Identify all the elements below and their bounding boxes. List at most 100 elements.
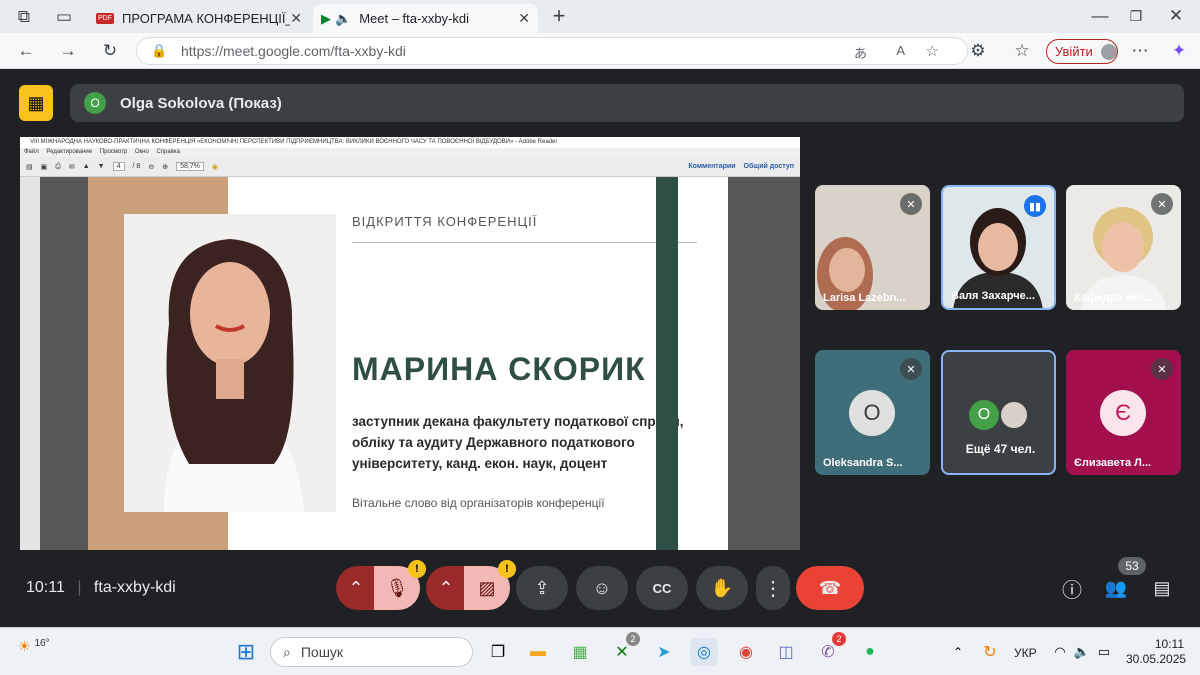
leave-call-button[interactable]: ☎ [796,566,864,610]
tab-actions-icon[interactable]: ▭ [50,3,78,31]
participant-name: Larisa Lazebn... [823,292,906,304]
notification-badge: 2 [626,632,640,646]
weather-icon: ☀ [18,638,31,654]
meet-stage: ▦ O Olga Sokolova (Показ) VIII МІЖНАРОДН… [4,69,1196,627]
participant-avatar: Є [1100,390,1146,436]
open-icon: ▤ [26,163,33,171]
speaking-icon: ▮▮ [1024,195,1046,217]
speaker-icon[interactable]: 🔈 [335,11,351,27]
warning-icon: ! [498,560,516,578]
viber-icon[interactable]: ✆ 2 [814,632,846,666]
xbox-icon[interactable]: ✕ 2 [608,632,640,666]
read-aloud-icon[interactable]: A [896,43,905,58]
mic-toggle-button[interactable]: 🎙 ! [374,560,426,610]
spotify-icon[interactable]: ● [856,638,884,666]
clock-date: 30.05.2025 [1126,652,1187,666]
participant-name: Єлизавета Л... [1074,457,1152,469]
more-options-button[interactable]: ⋮ [756,566,790,610]
raise-hand-button[interactable]: ✋ [696,566,748,610]
info-icon[interactable]: ⓘ [1058,574,1086,602]
start-icon[interactable]: ⊞ [232,638,260,666]
chevron-up-icon: ⌃ [348,577,364,598]
reader-menu: Файл Редактирование Просмотр Окно Справк… [20,148,800,157]
page-number: 4 [112,162,125,171]
muted-mic-icon: ✕ [900,358,922,380]
weather-temp: 16° [34,638,50,649]
copilot-icon[interactable]: ✦ [1165,37,1193,65]
reactions-button[interactable]: ☺ [576,566,628,610]
url-input[interactable]: 🔒 https://meet.google.com/fta-xxby-kdi あ… [136,37,968,65]
sign-in-button[interactable]: Увійти [1046,39,1118,64]
close-tab-icon[interactable]: ✕ [518,10,530,27]
workspaces-icon[interactable]: ⧉ [10,3,38,31]
sync-icon[interactable]: ↻ [976,638,1004,666]
presentation-icon[interactable]: ▦ [19,85,53,121]
tab-meet[interactable]: ▶ 🔈 Meet – fta-xxby-kdi ✕ [313,4,538,33]
presenter-avatar: O [84,92,106,114]
participant-tile[interactable]: ▮▮ Валя Захарче... [941,185,1056,310]
audio-options-button[interactable]: ⌃ [336,566,376,610]
muted-mic-icon: ✕ [900,193,922,215]
prev-page-icon: ▲ [82,163,90,170]
reader-toolbar: ▤ ▣ ⎙ ✉ ▲ ▼ 4 / 8 ⊖ ⊕ 58,7% ◉ Комментари… [20,157,800,177]
video-options-button[interactable]: ⌃ [426,566,466,610]
more-participants-tile[interactable]: O Ещё 47 чел. [941,350,1056,475]
battery-icon[interactable]: ▭ [1090,638,1118,666]
slide-green-band [656,177,678,550]
minimize-icon[interactable]: — [1086,2,1114,30]
participant-avatar-photo [999,400,1029,430]
search-input[interactable]: ⌕ Пошук [270,637,473,667]
chrome-icon[interactable]: ◉ [732,638,760,666]
new-tab-icon[interactable]: + [545,2,573,30]
favorites-icon[interactable]: ☆ [1008,37,1036,65]
taskbar: ☀ 16° ⊞ ⌕ Пошук ❐ ▬ ▦ ✕ 2 ➤ ◎ ◉ ◫ ✆ 2 ● … [0,627,1200,675]
weather-widget[interactable]: ☀ 16° [18,638,50,655]
telegram-icon[interactable]: ➤ [650,638,678,666]
extensions-icon[interactable]: ⚙ [964,37,992,65]
captions-icon: CC [652,580,672,596]
notification-badge: 2 [832,632,846,646]
camera-toggle-button[interactable]: ▨ ! [464,560,516,610]
back-icon[interactable]: ← [12,37,40,65]
participant-tile[interactable]: ✕ Larisa Lazebn... [815,185,930,310]
presenter-bar: O Olga Sokolova (Показ) [70,84,1184,122]
meet-icon: ▶ [321,10,331,26]
language-indicator[interactable]: УКР [1014,646,1037,660]
close-window-icon[interactable]: ✕ [1162,2,1190,30]
captions-button[interactable]: CC [636,566,688,610]
store-icon[interactable]: ▦ [566,638,594,666]
url-text: https://meet.google.com/fta-xxby-kdi [181,43,406,59]
search-placeholder: Пошук [300,644,344,660]
shared-screen: VIII МІЖНАРОДНА НАУКОВО-ПРАКТИЧНА КОНФЕР… [20,137,800,550]
clock-time: 10:11 [1154,637,1184,651]
tab-label: ПРОГРАМА КОНФЕРЕНЦІЇ_Плен... [122,11,290,26]
forward-icon[interactable]: → [54,37,82,65]
participant-tile[interactable]: O ✕ Oleksandra S... [815,350,930,475]
close-tab-icon[interactable]: ✕ [290,10,302,27]
app-icon[interactable]: ◫ [772,638,800,666]
translate-icon[interactable]: あ [854,43,867,62]
task-view-icon[interactable]: ❐ [484,638,512,666]
clock[interactable]: 10:11 30.05.2025 [1126,637,1187,667]
restore-icon[interactable]: ❐ [1122,2,1150,30]
file-explorer-icon[interactable]: ▬ [524,638,552,666]
reload-icon[interactable]: ↻ [96,37,124,65]
edge-icon[interactable]: ◎ [690,638,718,666]
chat-icon[interactable]: ▤ [1148,574,1176,602]
mic-off-icon: 🎙 [385,577,409,598]
slide-divider [352,242,697,243]
page-count: / 8 [132,163,141,170]
speaker-photo [124,214,336,512]
meeting-info: 10:11 | fta-xxby-kdi [26,579,176,596]
participant-tile[interactable]: ✕ Кафедра еко... [1066,185,1181,310]
favorite-star-icon[interactable]: ☆ [926,42,939,60]
more-icon[interactable]: ⋯ [1126,37,1154,65]
people-icon[interactable]: 👥 [1102,574,1130,602]
tab-pdf[interactable]: PDF ПРОГРАМА КОНФЕРЕНЦІЇ_Плен... ✕ [88,4,310,33]
participant-tile[interactable]: Є ✕ Єлизавета Л... [1066,350,1181,475]
tray-chevron-icon[interactable]: ⌃ [944,638,972,666]
site-info-icon[interactable]: 🔒 [151,43,167,59]
save-icon: ▣ [40,163,48,171]
present-button[interactable]: ⇪ [516,566,568,610]
print-icon: ⎙ [55,162,61,170]
